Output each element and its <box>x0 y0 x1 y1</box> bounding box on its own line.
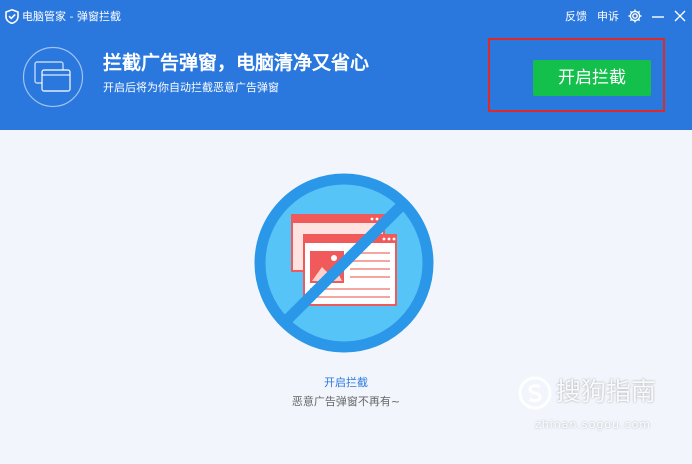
sogou-logo-icon <box>518 376 552 410</box>
minimize-icon[interactable] <box>650 8 666 24</box>
complaint-link[interactable]: 申诉 <box>597 10 619 24</box>
banner-title: 拦截广告弹窗，电脑清净又省心 <box>103 52 370 74</box>
window-title: 电脑管家 - 弹窗拦截 <box>22 10 121 23</box>
watermark-url: zhinan.sogou.com <box>534 418 652 431</box>
gear-icon[interactable] <box>627 8 643 24</box>
title-bar: 电脑管家 - 弹窗拦截 反馈 申诉 <box>0 0 692 32</box>
blocked-popup-icon <box>254 173 434 353</box>
sogou-watermark: 搜狗指南 zhinan.sogou.com <box>518 376 668 436</box>
popup-windows-icon <box>22 46 84 108</box>
header-banner: 电脑管家 - 弹窗拦截 反馈 申诉 拦截广告弹窗，电脑清净又省心 开启后将为你自… <box>0 0 692 130</box>
enable-blocking-button[interactable]: 开启拦截 <box>533 60 651 96</box>
banner-subtitle: 开启后将为你自动拦截恶意广告弹窗 <box>103 81 279 94</box>
close-icon[interactable] <box>672 8 688 24</box>
shield-logo-icon <box>5 9 19 24</box>
feedback-link[interactable]: 反馈 <box>565 10 587 24</box>
watermark-brand: 搜狗指南 <box>556 377 657 406</box>
